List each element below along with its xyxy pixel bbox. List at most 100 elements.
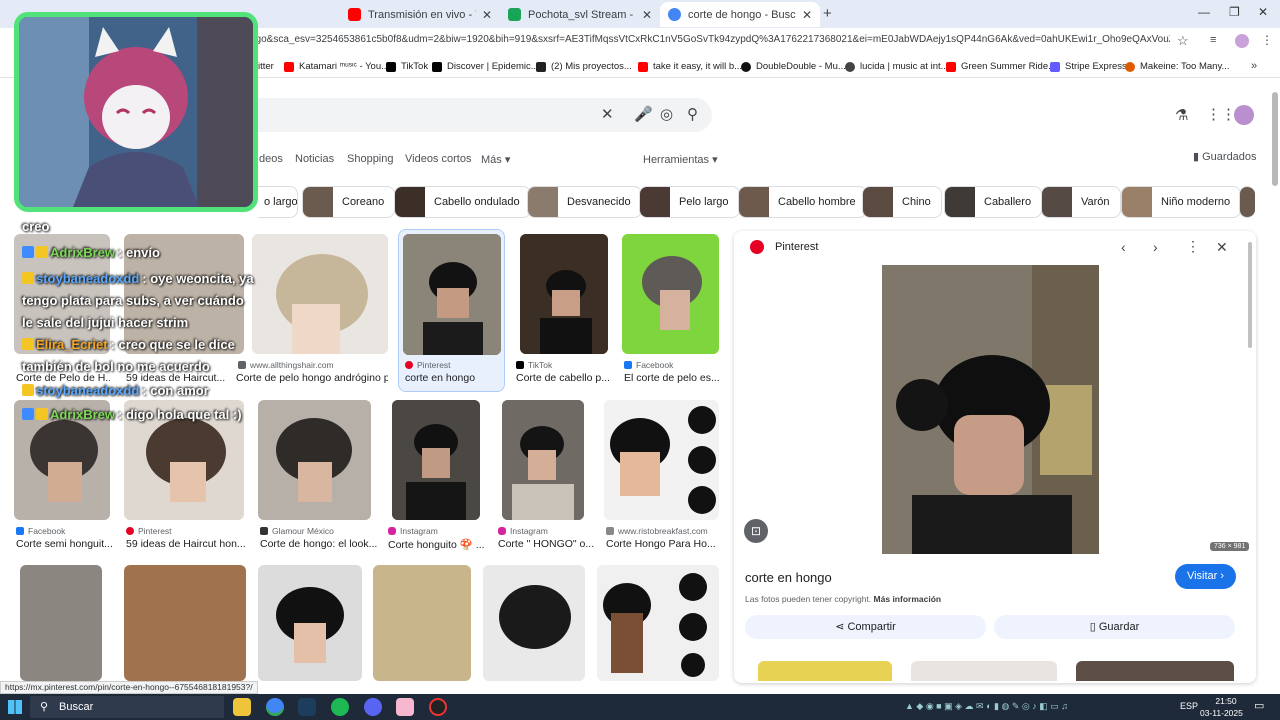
preview-source[interactable]: Pinterest <box>775 241 818 253</box>
result-card[interactable] <box>258 565 362 681</box>
preview-scrollbar[interactable] <box>1248 242 1252 348</box>
previous-icon[interactable]: ‹ <box>1121 239 1126 255</box>
close-window-icon[interactable]: ✕ <box>1258 5 1268 19</box>
related-image[interactable] <box>1076 661 1234 681</box>
tab-kick-stream[interactable]: Pochota_svl Stream - Watch Li... ✕ <box>500 2 660 27</box>
lens-search-icon[interactable]: ⊡ <box>744 519 768 543</box>
notifications-icon[interactable]: ▭ <box>1254 699 1264 712</box>
bowl-cut-selfie-photo <box>882 265 1099 554</box>
windows-start-icon[interactable] <box>8 700 22 714</box>
result-card[interactable]: TikTok Corte de cabello p... <box>514 234 614 384</box>
bookmark-item[interactable]: Katamari ᵐᵘˢᶦᶜ - You... <box>284 61 389 72</box>
chip-pelo-largo[interactable]: o largo <box>258 186 298 218</box>
more-info-link[interactable]: Más información <box>874 594 942 604</box>
preview-image[interactable] <box>882 265 1099 554</box>
chip-nino-moderno[interactable]: Niño moderno <box>1121 186 1242 218</box>
chip-next[interactable] <box>1239 186 1255 218</box>
restore-icon[interactable]: ❐ <box>1229 5 1240 19</box>
chip-cabello-ondulado[interactable]: Cabello ondulado <box>394 186 531 218</box>
result-card[interactable] <box>373 565 471 681</box>
page-scrollbar[interactable] <box>1272 92 1278 186</box>
tab-videos-cortos[interactable]: Videos cortos <box>405 153 471 165</box>
reading-list-icon[interactable]: ≡ <box>1210 34 1216 46</box>
bookmark-item[interactable]: Stripe Express <box>1050 61 1127 72</box>
tray-icons[interactable]: ▲ ◆ ◉ ■ ▣ ◈ ☁ ✉ ◐ ▮ ◍ ✎ ◎ ♪ ◧ ▭ ♫ <box>905 701 1068 712</box>
spotify-icon[interactable] <box>331 698 349 716</box>
result-card[interactable]: www.allthingshair.com Corte de pelo hong… <box>236 234 388 384</box>
discord-icon[interactable] <box>364 698 382 716</box>
tab-google-search[interactable]: corte de hongo - Buscar con G... ✕ <box>660 2 820 27</box>
bookmark-item[interactable]: take it easy, it will b... <box>638 61 742 72</box>
more-options-icon[interactable]: ⋮ <box>1186 238 1200 255</box>
chip-cabello-hombre[interactable]: Cabello hombre <box>738 186 867 218</box>
close-tab-icon[interactable]: ✕ <box>802 8 812 22</box>
result-card-selected[interactable]: Pinterest corte en hongo <box>398 229 505 392</box>
microphone-icon[interactable]: 🎤 <box>634 105 653 123</box>
result-card[interactable] <box>20 565 102 681</box>
bookmark-item[interactable]: TikTok <box>386 61 428 72</box>
vscode-icon[interactable] <box>298 698 316 716</box>
file-explorer-icon[interactable] <box>233 698 251 716</box>
chrome-icon[interactable] <box>266 698 284 716</box>
clock-date[interactable]: 03-11-2025 <box>1200 708 1243 718</box>
badge-icon <box>22 246 34 258</box>
chip-desvanecido[interactable]: Desvanecido <box>527 186 642 218</box>
new-tab-icon[interactable]: + <box>823 5 832 22</box>
share-button[interactable]: ⋖ Compartir <box>745 615 986 639</box>
chip-chino[interactable]: Chino <box>862 186 942 218</box>
bookmark-item[interactable]: Green Summer Ride... <box>946 61 1056 72</box>
chip-pelo-largo-2[interactable]: Pelo largo <box>639 186 740 218</box>
bookmark-item[interactable]: DoubleDouble - Mu... <box>741 61 846 72</box>
tab-mas[interactable]: Más ▾ <box>481 153 510 166</box>
result-card[interactable]: www.ristobreakfast.com Corte Hongo Para … <box>604 400 722 550</box>
bookmark-item[interactable]: itter <box>258 61 274 72</box>
menu-kebab-icon[interactable]: ⋮ <box>1261 33 1273 47</box>
next-icon[interactable]: › <box>1153 239 1158 255</box>
obs-icon[interactable] <box>429 698 447 716</box>
related-image[interactable] <box>758 661 892 681</box>
profile-avatar[interactable] <box>1235 34 1249 48</box>
bookmark-item[interactable]: Discover | Epidemic... <box>432 61 539 72</box>
app-icon[interactable] <box>396 698 414 716</box>
chip-varon[interactable]: Varón <box>1041 186 1121 218</box>
chat-message: stoybaneadoxdd: con amor <box>22 380 209 402</box>
clock-time[interactable]: 21:50 <box>1212 696 1240 706</box>
search-icon[interactable]: ⚲ <box>687 105 698 123</box>
result-card[interactable]: Facebook El corte de pelo es... <box>622 234 722 384</box>
source-label: Glamour México <box>272 526 334 536</box>
bookmark-item[interactable]: Makeine: Too Many... <box>1125 61 1229 72</box>
result-card[interactable]: Instagram Corte honguito 🍄 ... <box>386 400 486 551</box>
result-card[interactable] <box>597 565 719 681</box>
labs-flask-icon[interactable]: ⚗ <box>1175 106 1188 124</box>
lens-camera-icon[interactable]: ◎ <box>660 105 673 123</box>
clear-search-icon[interactable]: ✕ <box>601 105 614 123</box>
related-image[interactable] <box>911 661 1057 681</box>
tab-videos[interactable]: deos <box>259 153 283 165</box>
result-card[interactable]: Glamour México Corte de hongo: el look..… <box>258 400 378 550</box>
save-button[interactable]: ▯ Guardar <box>994 615 1235 639</box>
bookmark-item[interactable]: lucida | music at int... <box>845 61 949 72</box>
account-avatar[interactable] <box>1234 105 1254 125</box>
saved-button[interactable]: ▮ Guardados <box>1193 150 1257 163</box>
apps-grid-icon[interactable]: ⋮⋮ <box>1206 105 1236 123</box>
bookmark-star-icon[interactable]: ☆ <box>1177 33 1189 49</box>
close-tab-icon[interactable]: ✕ <box>642 8 652 22</box>
close-tab-icon[interactable]: ✕ <box>482 8 492 22</box>
result-card[interactable]: Instagram Corte " HONGO" o... <box>496 400 596 550</box>
tab-noticias[interactable]: Noticias <box>295 153 334 165</box>
visit-button[interactable]: Visitar › <box>1175 564 1236 589</box>
preview-title[interactable]: corte en hongo <box>745 570 832 585</box>
more-bookmarks-icon[interactable]: » <box>1251 60 1257 72</box>
language-indicator[interactable]: ESP <box>1180 701 1198 711</box>
tab-shopping[interactable]: Shopping <box>347 153 394 165</box>
chip-caballero[interactable]: Caballero <box>944 186 1043 218</box>
result-card[interactable] <box>483 565 585 681</box>
result-card[interactable] <box>124 565 246 681</box>
minimize-icon[interactable]: — <box>1198 5 1210 19</box>
tools-button[interactable]: Herramientas ▾ <box>643 153 718 166</box>
url-field[interactable]: ngo&sca_esv=3254653861c5b0f8&udm=2&biw=1… <box>250 34 1170 45</box>
chip-coreano[interactable]: Coreano <box>302 186 396 218</box>
tab-youtube[interactable]: Transmisión en vivo - YouTube ✕ <box>340 2 500 27</box>
bookmark-item[interactable]: (2) Mis proyectos... <box>536 61 632 72</box>
close-preview-icon[interactable]: ✕ <box>1216 239 1228 256</box>
